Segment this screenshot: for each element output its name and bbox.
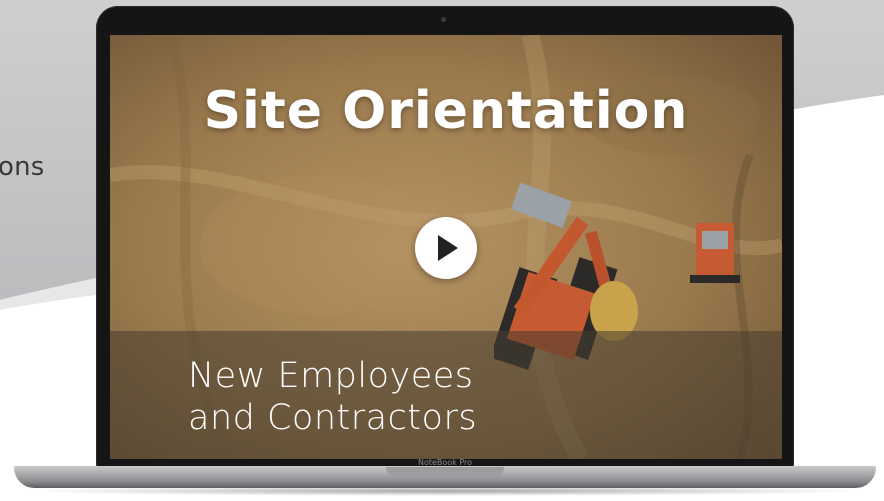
roller-image <box>690 223 740 283</box>
laptop-notch <box>386 467 504 476</box>
background-side-text: ons <box>0 152 45 182</box>
subtitle-line-2: and Contractors <box>188 398 478 438</box>
video-player[interactable]: Site Orientation New Employees and Contr… <box>110 35 782 459</box>
play-button[interactable] <box>415 217 477 279</box>
webcam-icon <box>441 17 446 22</box>
video-title: Site Orientation <box>203 81 689 141</box>
play-icon <box>438 235 458 261</box>
subtitle-line-1: New Employees <box>188 356 474 396</box>
video-subtitle: New Employees and Contractors <box>188 355 608 439</box>
